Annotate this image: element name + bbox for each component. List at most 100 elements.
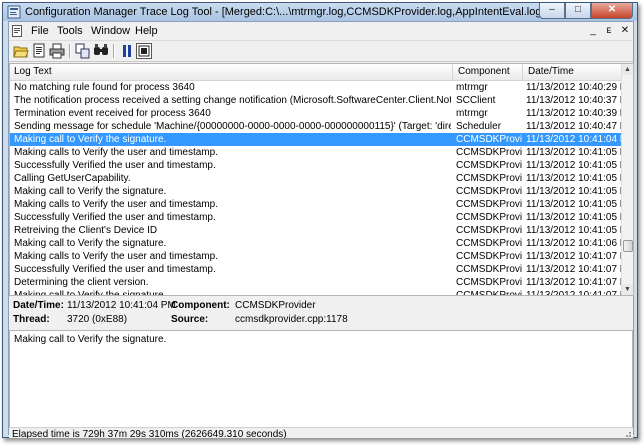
datetime-cell: 11/13/2012 10:41:04 PI — [526, 134, 621, 145]
details-panel: Date/Time: 11/13/2012 10:41:04 PM Compon… — [9, 296, 633, 328]
datetime-cell: 11/13/2012 10:41:07 PI — [526, 251, 621, 262]
table-row[interactable]: Sending message for schedule 'Machine/{0… — [10, 120, 621, 133]
table-row[interactable]: Making call to Verify the signature. CCMS… — [10, 289, 621, 295]
table-row[interactable]: Making call to Verify the signature. CCMS… — [10, 185, 621, 198]
caption-buttons: – □ ✕ — [539, 3, 633, 20]
find-icon[interactable] — [93, 43, 109, 59]
window-frame: Configuration Manager Trace Log Tool - [… — [2, 2, 638, 438]
log-text-cell: No matching rule found for process 3640 — [14, 82, 195, 93]
component-cell: CCMSDKProvider — [456, 134, 522, 145]
component-cell: CCMSDKProvider — [456, 160, 522, 171]
pause-icon[interactable] — [119, 43, 135, 59]
table-row[interactable]: The notification process received a sett… — [10, 94, 621, 107]
datetime-cell: 11/13/2012 10:41:05 PI — [526, 147, 621, 158]
title-bar[interactable]: Configuration Manager Trace Log Tool - [… — [3, 3, 637, 21]
source-value: ccmsdkprovider.cpp:1178 — [235, 314, 348, 325]
table-row[interactable]: Making calls to Verify the user and time… — [10, 198, 621, 211]
datetime-label: Date/Time: — [13, 300, 64, 311]
table-row[interactable]: Retreiving the Client's Device ID CCMSDKP… — [10, 224, 621, 237]
menu-file[interactable]: File — [31, 25, 49, 37]
table-row[interactable]: Making calls to Verify the user and time… — [10, 146, 621, 159]
screenshot-frame: Configuration Manager Trace Log Tool - [… — [2, 2, 638, 438]
document-icon[interactable] — [12, 25, 22, 37]
column-header-component[interactable]: Component — [458, 66, 510, 77]
scroll-up-arrow-icon[interactable]: ▲ — [622, 64, 633, 75]
log-text-cell: Successfully Verified the user and times… — [14, 264, 216, 275]
component-cell: CCMSDKProvider — [456, 199, 522, 210]
table-row[interactable]: Termination event received for process 3… — [10, 107, 621, 120]
elapsed-time-status: Elapsed time is 729h 37m 29s 310ms (2626… — [12, 429, 287, 438]
component-cell: SCClient — [456, 95, 496, 106]
menu-help[interactable]: Help — [135, 25, 158, 37]
datetime-cell: 11/13/2012 10:40:29 PI — [526, 82, 621, 93]
datetime-cell: 11/13/2012 10:41:05 PI — [526, 199, 621, 210]
highlight-icon[interactable] — [136, 43, 152, 59]
log-text-cell: Sending message for schedule 'Machine/{0… — [14, 121, 451, 132]
table-row[interactable]: No matching rule found for process 3640 m… — [10, 81, 621, 94]
menu-tools[interactable]: Tools — [57, 25, 83, 37]
table-row[interactable]: Successfully Verified the user and times… — [10, 211, 621, 224]
component-cell: CCMSDKProvider — [456, 186, 522, 197]
log-rows: No matching rule found for process 3640 m… — [10, 81, 621, 295]
mdi-restore-button[interactable]: ᴇ — [603, 26, 615, 36]
component-cell: CCMSDKProvider — [456, 289, 522, 295]
table-row[interactable]: Making call to Verify the signature. CCMS… — [10, 133, 621, 146]
table-row[interactable]: Successfully Verified the user and times… — [10, 263, 621, 276]
print-preview-icon[interactable] — [31, 43, 47, 59]
datetime-cell: 11/13/2012 10:41:05 PI — [526, 160, 621, 171]
vertical-scrollbar[interactable]: ▲ ▼ — [621, 64, 633, 295]
column-header-log-text[interactable]: Log Text — [14, 66, 52, 77]
table-row[interactable]: Making call to Verify the signature. CCMS… — [10, 237, 621, 250]
maximize-button[interactable]: □ — [565, 3, 591, 19]
datetime-cell: 11/13/2012 10:41:07 PI — [526, 264, 621, 275]
log-text-cell: Making calls to Verify the user and time… — [14, 199, 218, 210]
copy-icon[interactable] — [75, 43, 91, 59]
table-row[interactable]: Determining the client version. CCMSDKPro… — [10, 276, 621, 289]
client-area: File Tools Window Help _ ᴇ ✕ Log Text Co… — [8, 21, 634, 438]
open-icon[interactable] — [13, 43, 29, 59]
component-cell: mtrmgr — [456, 82, 488, 93]
window-title: Configuration Manager Trace Log Tool - [… — [25, 6, 545, 18]
column-header-datetime[interactable]: Date/Time — [528, 66, 574, 77]
log-text-cell: Making call to Verify the signature. — [14, 238, 167, 249]
datetime-cell: 11/13/2012 10:41:05 PI — [526, 212, 621, 223]
column-divider[interactable] — [522, 64, 523, 80]
log-text-cell: Determining the client version. — [14, 277, 149, 288]
log-text-cell: Making calls to Verify the user and time… — [14, 147, 218, 158]
table-row[interactable]: Successfully Verified the user and times… — [10, 159, 621, 172]
toolbar-separator — [69, 44, 71, 58]
component-cell: CCMSDKProvider — [456, 238, 522, 249]
scroll-thumb[interactable] — [623, 240, 633, 252]
minimize-button[interactable]: – — [539, 3, 565, 19]
log-text-cell: Making calls to Verify the user and time… — [14, 251, 218, 262]
datetime-cell: 11/13/2012 10:41:05 PI — [526, 186, 621, 197]
close-button[interactable]: ✕ — [591, 3, 633, 19]
datetime-cell: 11/13/2012 10:40:37 PI — [526, 95, 621, 106]
log-text-cell: Calling GetUserCapability. — [14, 173, 131, 184]
thread-value: 3720 (0xE88) — [67, 314, 128, 325]
toolbar — [9, 41, 633, 62]
app-icon — [7, 5, 21, 19]
column-divider[interactable] — [452, 64, 453, 80]
menu-bar: File Tools Window Help _ ᴇ ✕ — [9, 22, 633, 41]
message-text: Making call to Verify the signature. — [14, 334, 167, 345]
mdi-close-button[interactable]: ✕ — [619, 26, 631, 36]
toolbar-separator — [113, 44, 115, 58]
menu-window[interactable]: Window — [91, 25, 130, 37]
component-cell: CCMSDKProvider — [456, 212, 522, 223]
scroll-down-arrow-icon[interactable]: ▼ — [622, 284, 633, 295]
table-row[interactable]: Calling GetUserCapability. CCMSDKProvider… — [10, 172, 621, 185]
log-text-cell: Making call to Verify the signature. — [14, 134, 167, 145]
component-cell: CCMSDKProvider — [456, 277, 522, 288]
datetime-cell: 11/13/2012 10:41:05 PI — [526, 225, 621, 236]
table-row[interactable]: Making calls to Verify the user and time… — [10, 250, 621, 263]
component-label: Component: — [171, 300, 230, 311]
print-icon[interactable] — [49, 43, 65, 59]
datetime-cell: 11/13/2012 10:41:06 PI — [526, 238, 621, 249]
mdi-minimize-button[interactable]: _ — [587, 26, 599, 36]
component-cell: Scheduler — [456, 121, 502, 132]
component-cell: CCMSDKProvider — [456, 264, 522, 275]
resize-grip-icon[interactable] — [622, 431, 632, 438]
message-panel[interactable]: Making call to Verify the signature. — [9, 330, 633, 428]
log-list[interactable]: Log Text Component Date/Time No matching… — [9, 63, 634, 296]
